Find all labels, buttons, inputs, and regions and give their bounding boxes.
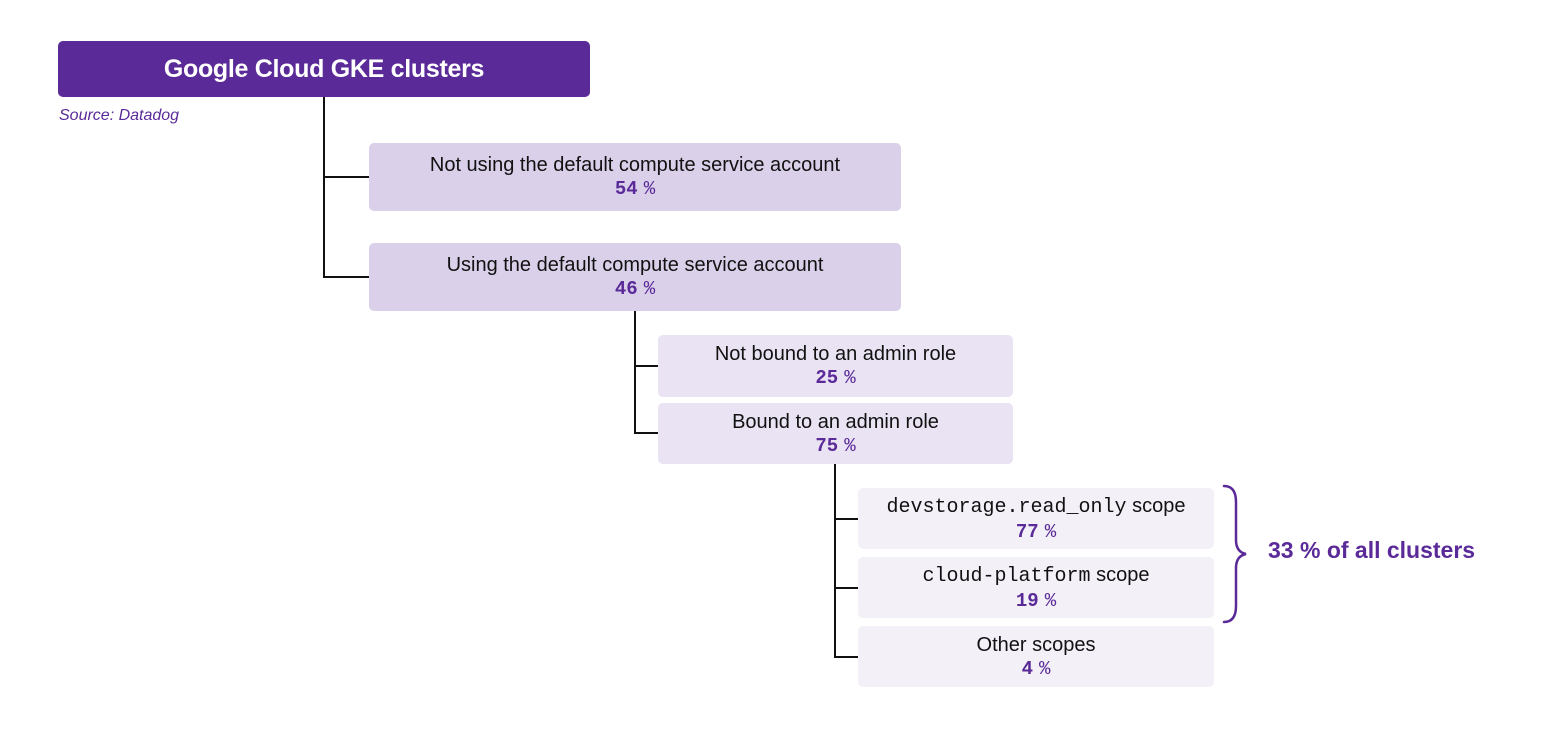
node-bound-admin: Bound to an admin role 75% xyxy=(658,403,1013,464)
node-devstorage-scope: devstorage.read_only scope 77% xyxy=(858,488,1214,549)
source-note: Source: Datadog xyxy=(59,107,180,124)
connector-to-devstorage xyxy=(834,518,858,520)
connector-to-bound xyxy=(634,432,658,434)
node-percent: 54% xyxy=(614,178,656,200)
node-not-using-default-sa: Not using the default compute service ac… xyxy=(369,143,901,211)
connector-root-to-using xyxy=(323,276,369,278)
connector-bound-vertical xyxy=(834,464,836,658)
node-label: Using the default compute service accoun… xyxy=(446,254,824,276)
node-label: Not using the default compute service ac… xyxy=(429,154,841,176)
annotation-label: 33 % of all clusters xyxy=(1268,537,1476,563)
node-using-default-sa: Using the default compute service accoun… xyxy=(369,243,901,311)
node-percent: 25% xyxy=(815,367,856,389)
scope-code: devstorage.read_only xyxy=(886,495,1127,519)
connector-using-vertical xyxy=(634,311,636,434)
root-title: Google Cloud GKE clusters xyxy=(163,54,485,83)
node-percent: 19% xyxy=(1015,589,1057,612)
connector-to-other-scopes xyxy=(834,656,858,658)
connector-root-vertical xyxy=(323,97,325,277)
scope-code: cloud-platform xyxy=(922,564,1091,588)
node-other-scopes: Other scopes 4% xyxy=(858,626,1214,687)
node-label: devstorage.read_only scope xyxy=(886,494,1186,519)
node-percent: 77% xyxy=(1015,520,1057,543)
node-percent: 4% xyxy=(1021,657,1051,680)
node-not-bound-admin: Not bound to an admin role 25% xyxy=(658,335,1013,397)
connector-to-cloud-platform xyxy=(834,587,858,589)
node-label: Not bound to an admin role xyxy=(714,343,957,365)
connector-to-not-bound xyxy=(634,365,658,367)
connector-root-to-not-using xyxy=(323,176,369,178)
node-cloud-platform-scope: cloud-platform scope 19% xyxy=(858,557,1214,618)
curly-brace-icon xyxy=(1222,484,1247,624)
root-node: Google Cloud GKE clusters xyxy=(58,41,590,97)
node-percent: 46% xyxy=(614,278,656,300)
node-percent: 75% xyxy=(815,434,856,457)
node-label: cloud-platform scope xyxy=(922,563,1150,588)
node-label: Other scopes xyxy=(976,633,1096,656)
node-label: Bound to an admin role xyxy=(732,410,939,433)
